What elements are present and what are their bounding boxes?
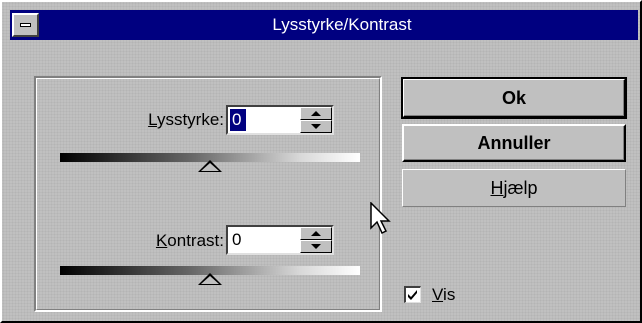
contrast-decrement-button[interactable] <box>300 240 332 253</box>
contrast-input[interactable] <box>230 229 298 251</box>
brightness-decrement-button[interactable] <box>300 120 332 133</box>
brightness-spinner[interactable] <box>300 107 332 133</box>
help-button[interactable]: Hjælp <box>402 169 626 207</box>
arrow-up-icon <box>311 231 321 236</box>
dialog-window: Lysstyrke/Kontrast Lysstyrke: Kontrast: … <box>0 0 642 323</box>
brightness-input[interactable] <box>230 109 246 131</box>
brightness-label: Lysstyrke: <box>148 110 224 129</box>
contrast-increment-button[interactable] <box>300 227 332 240</box>
contrast-slider[interactable] <box>60 265 360 289</box>
arrow-up-icon <box>311 111 321 116</box>
brightness-slider[interactable] <box>60 152 360 176</box>
brightness-increment-button[interactable] <box>300 107 332 120</box>
preview-checkbox-label[interactable]: Vis <box>432 285 455 305</box>
preview-checkbox[interactable] <box>404 286 421 303</box>
brightness-spinbox[interactable] <box>226 105 334 135</box>
ok-button[interactable]: Ok <box>401 77 627 119</box>
brightness-slider-thumb[interactable] <box>198 160 222 172</box>
arrow-down-icon <box>311 124 321 129</box>
contrast-label: Kontrast: <box>155 231 224 250</box>
system-menu-button[interactable] <box>12 13 39 37</box>
system-menu-icon <box>20 23 31 27</box>
cancel-button[interactable]: Annuller <box>402 124 626 162</box>
title-bar[interactable]: Lysstyrke/Kontrast <box>10 10 638 40</box>
arrow-down-icon <box>311 244 321 249</box>
mouse-pointer-icon <box>370 202 391 235</box>
window-title: Lysstyrke/Kontrast <box>272 15 412 34</box>
contrast-spinbox[interactable] <box>226 225 334 255</box>
contrast-slider-thumb[interactable] <box>198 273 222 285</box>
contrast-spinner[interactable] <box>300 227 332 253</box>
check-icon <box>408 290 417 300</box>
